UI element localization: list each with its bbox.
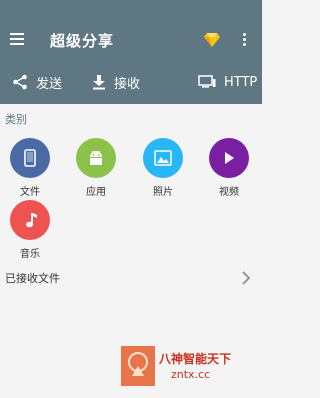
category-video[interactable]: 视频: [202, 138, 256, 202]
menu-icon[interactable]: [10, 33, 24, 45]
receive-label: 接收: [114, 76, 141, 92]
more-vert-icon[interactable]: [242, 33, 248, 47]
category-music-circle: [10, 200, 50, 240]
play-icon: [225, 152, 234, 164]
category-app-circle: [76, 138, 116, 178]
category-label: 应用: [86, 187, 106, 198]
watermark-logo-icon: [121, 346, 155, 386]
category-label: 照片: [153, 187, 173, 198]
watermark-text: 八神智能天下: [159, 352, 232, 366]
receive-button[interactable]: 接收: [92, 66, 140, 98]
category-video-circle: [209, 138, 249, 178]
send-label: 发送: [36, 76, 63, 92]
image-icon: [154, 150, 172, 166]
category-music[interactable]: 音乐: [3, 200, 57, 264]
share-icon: [12, 74, 28, 90]
category-app[interactable]: 应用: [69, 138, 123, 202]
category-label: 视频: [219, 187, 239, 198]
page-title: 超级分享: [50, 32, 115, 50]
received-files-label: 已接收文件: [5, 272, 60, 285]
received-files-row[interactable]: 已接收文件: [0, 264, 262, 292]
http-label: HTTP: [224, 74, 258, 90]
categories-heading: 类别: [5, 113, 27, 126]
title-row: 超级分享: [0, 22, 262, 58]
category-photo-circle: [143, 138, 183, 178]
phone-file-icon: [24, 149, 36, 167]
category-label: 音乐: [20, 249, 40, 260]
app-window: 超级分享 发送 接收 HTTP 类别 文件 应用 照片 视频 音乐 已接收文件 …: [0, 0, 262, 398]
chevron-right-icon: [241, 270, 251, 286]
category-file-circle: [10, 138, 50, 178]
action-row: 发送 接收 HTTP: [0, 66, 262, 98]
computer-icon: [198, 75, 216, 89]
diamond-icon[interactable]: [203, 32, 221, 48]
download-icon: [92, 74, 106, 90]
category-label: 文件: [20, 187, 40, 198]
watermark: 八神智能天下 zntx.cc: [121, 346, 252, 386]
top-app-bar: 超级分享 发送 接收 HTTP: [0, 0, 262, 104]
watermark-url: zntx.cc: [171, 368, 211, 381]
send-button[interactable]: 发送: [12, 66, 62, 98]
http-button[interactable]: HTTP: [198, 66, 257, 98]
android-icon: [90, 150, 102, 165]
music-note-icon: [26, 213, 37, 228]
category-file[interactable]: 文件: [3, 138, 57, 202]
category-photo[interactable]: 照片: [136, 138, 190, 202]
